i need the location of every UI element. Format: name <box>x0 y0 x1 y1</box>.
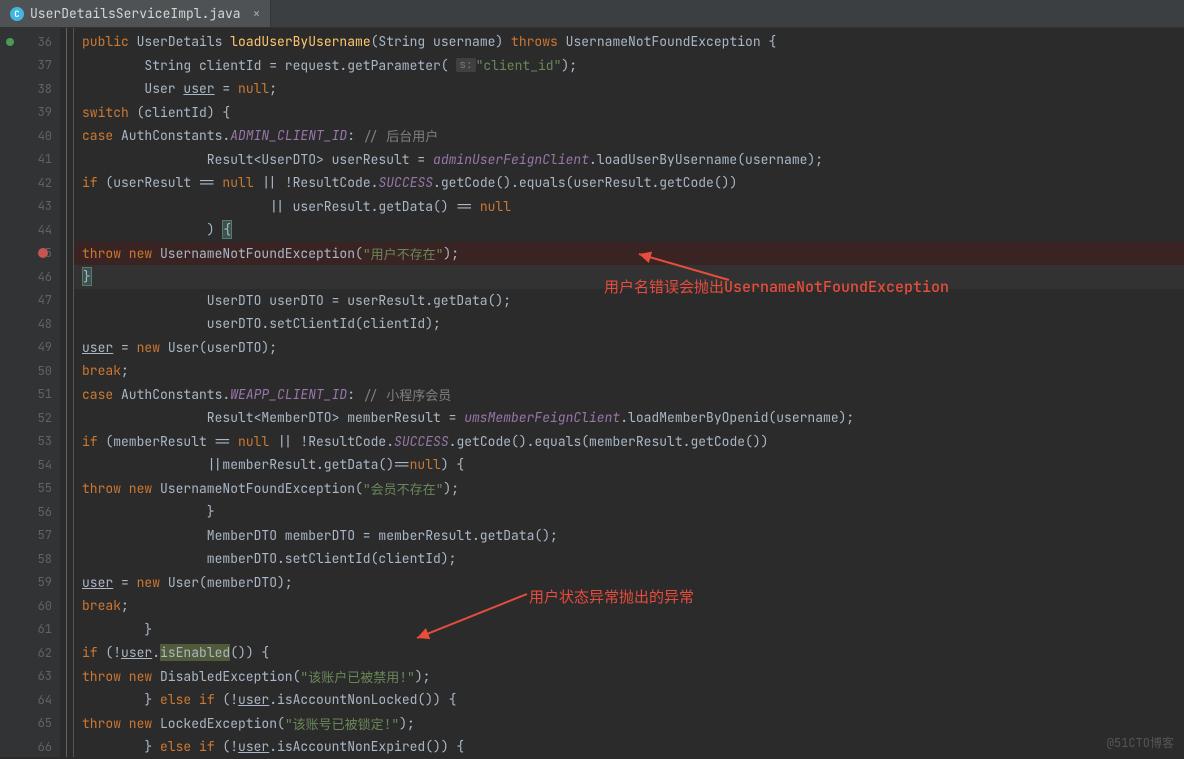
watermark: @51CTO博客 <box>1107 734 1174 751</box>
code-line[interactable]: throw new LockedException("该账号已被锁定!"); <box>74 712 1184 736</box>
gutter-line[interactable]: 52 <box>0 406 60 430</box>
gutter-line[interactable]: 48 <box>0 312 60 336</box>
code-line[interactable]: } else if (!user.isAccountNonExpired()) … <box>74 735 1184 759</box>
gutter-line[interactable]: 66 <box>0 735 60 759</box>
code-line[interactable]: String clientId = request.getParameter( … <box>74 54 1184 78</box>
code-area[interactable]: 用户名错误会抛出UsernameNotFoundException 用户状态异常… <box>74 28 1184 757</box>
gutter-line[interactable]: 43 <box>0 195 60 219</box>
code-line[interactable]: throw new DisabledException("该账户已被禁用!"); <box>74 665 1184 689</box>
code-line[interactable]: user = new User(userDTO); <box>74 336 1184 360</box>
gutter-line[interactable]: 61 <box>0 618 60 642</box>
gutter-line[interactable]: 50 <box>0 359 60 383</box>
gutter-line[interactable]: 38 <box>0 77 60 101</box>
gutter-line[interactable]: 37 <box>0 54 60 78</box>
code-line[interactable]: } <box>74 618 1184 642</box>
annotation-user-status: 用户状态异常抛出的异常 <box>529 586 694 607</box>
code-line[interactable]: throw new UsernameNotFoundException("会员不… <box>74 477 1184 501</box>
breakpoint-icon[interactable] <box>38 248 48 258</box>
gutter-line[interactable]: 49 <box>0 336 60 360</box>
line-gutter[interactable]: 3637383940414243444546474849505152535455… <box>0 28 60 757</box>
gutter-line[interactable]: 59 <box>0 571 60 595</box>
gutter-line[interactable]: 55 <box>0 477 60 501</box>
gutter-line[interactable]: 54 <box>0 453 60 477</box>
gutter-line[interactable]: 56 <box>0 500 60 524</box>
override-gutter-icon[interactable] <box>6 38 14 46</box>
code-line[interactable]: } else if (!user.isAccountNonLocked()) { <box>74 688 1184 712</box>
code-line[interactable]: if (memberResult == null || !ResultCode.… <box>74 430 1184 454</box>
gutter-line[interactable]: 40 <box>0 124 60 148</box>
code-line[interactable]: MemberDTO memberDTO = memberResult.getDa… <box>74 524 1184 548</box>
gutter-line[interactable]: 36 <box>0 30 60 54</box>
tab-filename: UserDetailsServiceImpl.java <box>30 5 241 22</box>
code-line[interactable]: case AuthConstants.ADMIN_CLIENT_ID: // 后… <box>74 124 1184 148</box>
fold-strip[interactable] <box>60 28 74 757</box>
gutter-line[interactable]: 47 <box>0 289 60 313</box>
gutter-line[interactable]: 60 <box>0 594 60 618</box>
gutter-line[interactable]: 39 <box>0 101 60 125</box>
code-line[interactable]: if (userResult == null || !ResultCode.SU… <box>74 171 1184 195</box>
code-line[interactable]: public UserDetails loadUserByUsername(St… <box>74 30 1184 54</box>
code-line[interactable]: } <box>74 500 1184 524</box>
gutter-line[interactable]: 45 <box>0 242 60 266</box>
editor: 3637383940414243444546474849505152535455… <box>0 28 1184 757</box>
gutter-line[interactable]: 65 <box>0 712 60 736</box>
arrow-icon <box>409 588 539 648</box>
tab-bar: C UserDetailsServiceImpl.java × <box>0 0 1184 28</box>
annotation-username-error: 用户名错误会抛出UsernameNotFoundException <box>604 276 949 297</box>
code-line[interactable]: || userResult.getData() == null <box>74 195 1184 219</box>
code-line[interactable]: Result<MemberDTO> memberResult = umsMemb… <box>74 406 1184 430</box>
gutter-line[interactable]: 44 <box>0 218 60 242</box>
code-line[interactable]: break; <box>74 359 1184 383</box>
gutter-line[interactable]: 58 <box>0 547 60 571</box>
code-line[interactable]: userDTO.setClientId(clientId); <box>74 312 1184 336</box>
code-line[interactable]: ||memberResult.getData()==null) { <box>74 453 1184 477</box>
gutter-line[interactable]: 41 <box>0 148 60 172</box>
gutter-line[interactable]: 63 <box>0 665 60 689</box>
code-line[interactable]: Result<UserDTO> userResult = adminUserFe… <box>74 148 1184 172</box>
gutter-line[interactable]: 57 <box>0 524 60 548</box>
gutter-line[interactable]: 51 <box>0 383 60 407</box>
gutter-line[interactable]: 42 <box>0 171 60 195</box>
gutter-line[interactable]: 62 <box>0 641 60 665</box>
code-line[interactable]: switch (clientId) { <box>74 101 1184 125</box>
gutter-line[interactable]: 64 <box>0 688 60 712</box>
code-line[interactable]: if (!user.isEnabled()) { <box>74 641 1184 665</box>
code-line[interactable]: case AuthConstants.WEAPP_CLIENT_ID: // 小… <box>74 383 1184 407</box>
java-class-icon: C <box>10 7 24 21</box>
code-line[interactable]: User user = null; <box>74 77 1184 101</box>
editor-tab[interactable]: C UserDetailsServiceImpl.java × <box>0 0 271 27</box>
code-line[interactable]: memberDTO.setClientId(clientId); <box>74 547 1184 571</box>
gutter-line[interactable]: 53 <box>0 430 60 454</box>
code-line[interactable]: ) { <box>74 218 1184 242</box>
close-icon[interactable]: × <box>253 5 261 22</box>
gutter-line[interactable]: 46 <box>0 265 60 289</box>
